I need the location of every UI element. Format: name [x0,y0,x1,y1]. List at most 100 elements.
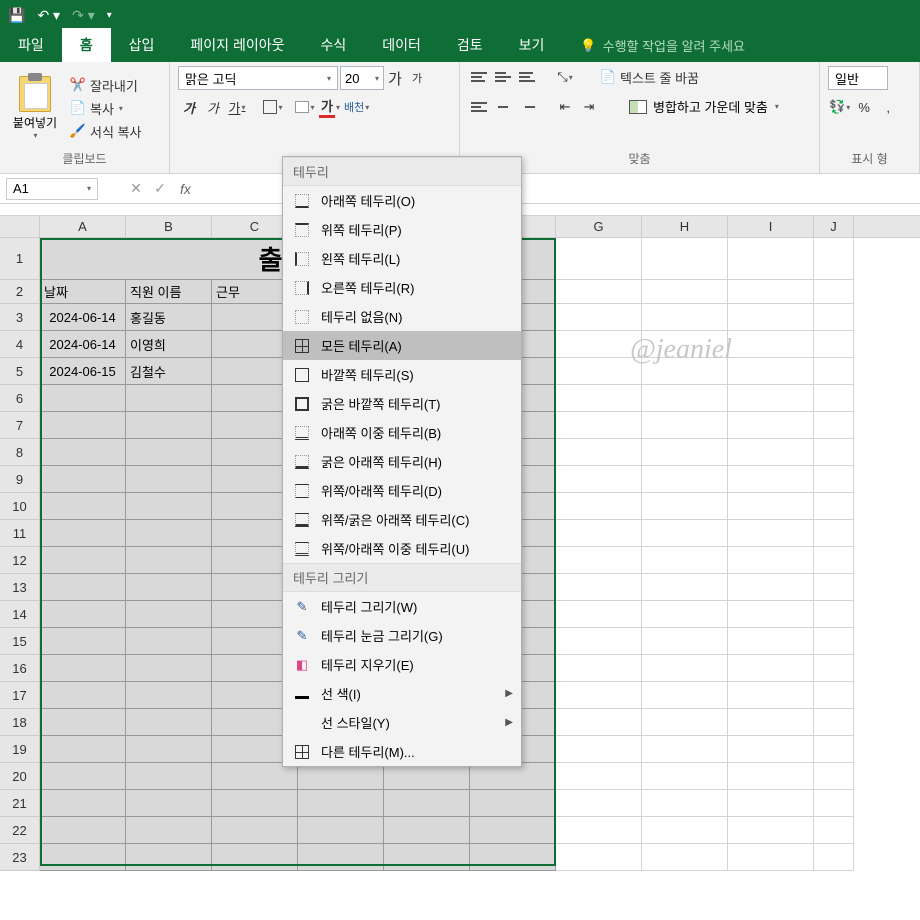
accounting-button[interactable]: 💱▾ [828,96,851,118]
cell[interactable] [728,763,814,790]
cell[interactable] [384,763,470,790]
cell[interactable]: 2024-06-14 [40,331,126,358]
row-header[interactable]: 4 [0,331,40,358]
align-bottom-button[interactable] [516,66,538,88]
row-header[interactable]: 23 [0,844,40,871]
cell[interactable] [40,385,126,412]
align-top-button[interactable] [468,66,490,88]
cell[interactable] [40,520,126,547]
grow-font-button[interactable]: 가 [384,67,406,89]
tab-insert[interactable]: 삽입 [111,28,173,62]
row-header[interactable]: 21 [0,790,40,817]
undo-icon[interactable]: ↶ ▾ [37,7,60,24]
cell[interactable] [556,601,642,628]
spreadsheet-grid[interactable]: A B C D E F G H I J 1출근기2날짜직원 이름근무32024-… [0,216,920,871]
cell[interactable] [40,493,126,520]
border-menu-item[interactable]: 위쪽/굵은 아래쪽 테두리(C) [283,505,521,534]
cell[interactable] [814,331,854,358]
cell[interactable] [40,844,126,871]
cell[interactable] [40,412,126,439]
percent-button[interactable]: % [853,96,875,118]
cell[interactable] [814,385,854,412]
row-header[interactable]: 9 [0,466,40,493]
bold-button[interactable]: 가 [178,96,200,118]
row-header[interactable]: 13 [0,574,40,601]
cell[interactable] [814,304,854,331]
cell[interactable] [556,790,642,817]
col-header[interactable]: G [556,216,642,237]
cell[interactable] [126,655,212,682]
cell[interactable] [126,736,212,763]
row-header[interactable]: 18 [0,709,40,736]
cell[interactable] [556,466,642,493]
cell[interactable]: 김철수 [126,358,212,385]
cell[interactable] [556,709,642,736]
row-header[interactable]: 17 [0,682,40,709]
cell[interactable] [556,412,642,439]
cell[interactable] [40,601,126,628]
cell[interactable] [556,844,642,871]
cell[interactable] [126,574,212,601]
cell[interactable] [126,493,212,520]
border-menu-item[interactable]: 위쪽 테두리(P) [283,215,521,244]
cell[interactable] [40,709,126,736]
row-header[interactable]: 7 [0,412,40,439]
cell[interactable] [728,304,814,331]
cell[interactable]: 날짜 [40,280,126,304]
cell[interactable] [642,655,728,682]
border-menu-item[interactable]: 아래쪽 이중 테두리(B) [283,418,521,447]
cell[interactable] [728,601,814,628]
cell[interactable] [642,601,728,628]
cell[interactable] [126,412,212,439]
phonetic-button[interactable]: 배천▾ [343,96,370,118]
tab-home[interactable]: 홈 [62,28,111,62]
row-header[interactable]: 12 [0,547,40,574]
cell[interactable] [642,844,728,871]
cell[interactable] [728,466,814,493]
cell[interactable] [212,790,298,817]
cell[interactable] [212,844,298,871]
enter-icon[interactable]: ✓ [148,180,172,197]
cell[interactable] [40,736,126,763]
cell[interactable] [814,574,854,601]
tab-review[interactable]: 검토 [439,28,501,62]
border-menu-item[interactable]: 굵은 아래쪽 테두리(H) [283,447,521,476]
cell[interactable]: 2024-06-15 [40,358,126,385]
cell[interactable] [728,547,814,574]
row-header[interactable]: 11 [0,520,40,547]
select-all-corner[interactable] [0,216,40,237]
fx-icon[interactable]: fx [180,181,191,197]
font-size-select[interactable]: 20▾ [340,66,384,90]
cell[interactable] [470,763,556,790]
cell[interactable] [728,790,814,817]
row-header[interactable]: 8 [0,439,40,466]
cut-button[interactable]: ✂️잘라내기 [68,75,143,96]
cell[interactable] [556,493,642,520]
cell[interactable] [556,682,642,709]
cell[interactable] [298,817,384,844]
row-header[interactable]: 20 [0,763,40,790]
cell[interactable] [384,817,470,844]
cell[interactable] [126,682,212,709]
align-center-button[interactable] [492,96,514,118]
col-header[interactable]: H [642,216,728,237]
row-header[interactable]: 2 [0,280,40,304]
cell[interactable] [642,493,728,520]
cell[interactable] [814,238,854,280]
border-menu-item[interactable]: 선 색(I)▶ [283,679,521,708]
cell[interactable] [40,817,126,844]
row-header[interactable]: 3 [0,304,40,331]
cell[interactable] [642,238,728,280]
cell[interactable] [642,547,728,574]
cell[interactable] [40,574,126,601]
align-middle-button[interactable] [492,66,514,88]
cell[interactable] [126,763,212,790]
cell[interactable] [642,628,728,655]
cell[interactable] [728,817,814,844]
col-header[interactable]: A [40,216,126,237]
cell[interactable] [384,844,470,871]
cell[interactable] [728,628,814,655]
cell[interactable] [126,601,212,628]
cell[interactable] [642,412,728,439]
cell[interactable] [642,736,728,763]
